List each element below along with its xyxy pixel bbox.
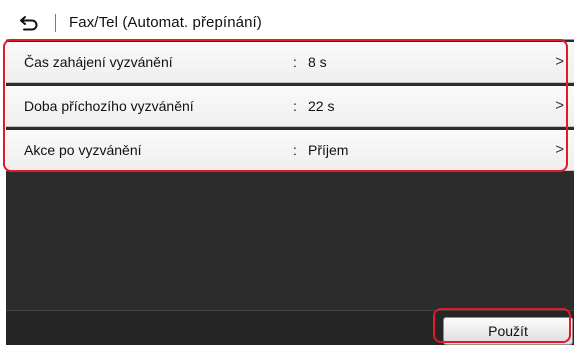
empty-list-area <box>6 174 574 308</box>
chevron-right-icon: > <box>555 53 564 70</box>
separator: : <box>293 98 297 114</box>
setting-value: Příjem <box>308 142 349 158</box>
setting-row-ring-start-time[interactable]: Čas zahájení vyzvánění : 8 s > <box>6 42 574 83</box>
chevron-right-icon: > <box>555 97 564 114</box>
setting-row-action-after-ring[interactable]: Akce po vyzvánění : Příjem > <box>6 130 574 171</box>
device-screen: Fax/Tel (Automat. přepínání) Čas zahájen… <box>6 6 574 345</box>
page-title: Fax/Tel (Automat. přepínání) <box>69 14 262 31</box>
setting-value: 22 s <box>308 98 335 114</box>
setting-value: 8 s <box>308 54 327 70</box>
chevron-right-icon: > <box>555 141 564 158</box>
setting-label: Čas zahájení vyzvánění <box>24 54 173 70</box>
header-bar: Fax/Tel (Automat. přepínání) <box>6 6 574 40</box>
back-button[interactable] <box>12 9 46 37</box>
setting-label: Akce po vyzvánění <box>24 142 142 158</box>
setting-label: Doba příchozího vyzvánění <box>24 98 194 114</box>
back-arrow-icon <box>20 16 38 31</box>
separator: : <box>293 54 297 70</box>
apply-button[interactable]: Použít <box>443 317 573 345</box>
separator: : <box>293 142 297 158</box>
header-divider <box>55 14 56 32</box>
setting-row-incoming-ring-duration[interactable]: Doba příchozího vyzvánění : 22 s > <box>6 86 574 127</box>
